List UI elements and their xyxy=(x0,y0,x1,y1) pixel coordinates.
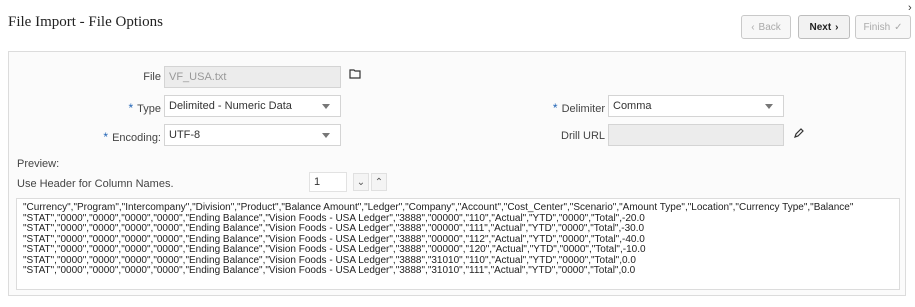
delimiter-label-wrap: * Delimiter xyxy=(529,101,605,115)
type-label-wrap: * Type xyxy=(89,101,161,115)
chevron-down-icon xyxy=(765,104,773,109)
page-header: File Import - File Options ‹ Back Next ›… xyxy=(0,0,915,46)
next-button[interactable]: Next › xyxy=(798,15,850,39)
finish-label: Finish xyxy=(863,21,891,33)
required-marker: * xyxy=(128,101,134,115)
folder-icon[interactable] xyxy=(349,68,361,82)
preview-line: "STAT","0000","0000","0000","0000","Endi… xyxy=(23,223,645,234)
type-value: Delimited - Numeric Data xyxy=(169,100,292,112)
chevron-down-icon xyxy=(322,104,330,109)
encoding-label: Encoding: xyxy=(112,132,161,144)
header-row-label: Use Header for Column Names. xyxy=(17,178,174,190)
file-label: File xyxy=(143,71,161,83)
encoding-label-wrap: * Encoding: xyxy=(89,130,161,144)
back-label: Back xyxy=(758,21,781,33)
required-marker: * xyxy=(552,101,558,115)
pencil-icon[interactable] xyxy=(793,127,805,142)
page-title: File Import - File Options xyxy=(8,14,163,30)
delimiter-label: Delimiter xyxy=(561,103,605,115)
type-select[interactable]: Delimited - Numeric Data xyxy=(164,95,341,117)
file-value: VF_USA.txt xyxy=(169,71,227,83)
preview-line: "Currency","Program","Intercompany","Div… xyxy=(23,202,854,213)
chevron-left-icon: ‹ xyxy=(751,21,755,33)
preview-line: "STAT","0000","0000","0000","0000","Endi… xyxy=(23,265,636,276)
encoding-value: UTF-8 xyxy=(169,129,201,141)
type-label: Type xyxy=(137,103,161,115)
check-icon: ✓ xyxy=(894,21,903,33)
header-row-input[interactable]: 1 xyxy=(309,172,347,192)
preview-label: Preview: xyxy=(17,158,60,170)
chevron-right-icon[interactable]: › xyxy=(908,2,912,14)
chevron-right-icon: › xyxy=(835,21,839,33)
next-label: Next xyxy=(809,21,832,33)
encoding-select[interactable]: UTF-8 xyxy=(164,124,341,146)
drill-url-label: Drill URL xyxy=(561,130,605,142)
increment-button[interactable]: ⌃ xyxy=(371,173,387,191)
delimiter-select[interactable]: Comma xyxy=(608,95,784,117)
delimiter-value: Comma xyxy=(613,100,652,112)
file-field: VF_USA.txt xyxy=(164,66,341,88)
required-marker: * xyxy=(103,130,109,144)
drill-url-field xyxy=(608,124,784,146)
chevron-down-icon: ⌄ xyxy=(356,176,366,188)
header-row-value: 1 xyxy=(314,176,321,188)
chevron-down-icon xyxy=(322,133,330,138)
back-button[interactable]: ‹ Back xyxy=(741,15,791,39)
file-options-panel: File VF_USA.txt * Type Delimited - Numeri… xyxy=(8,51,906,296)
decrement-button[interactable]: ⌄ xyxy=(353,173,369,191)
preview-text-area[interactable]: "Currency","Program","Intercompany","Div… xyxy=(16,198,900,290)
preview-line: "STAT","0000","0000","0000","0000","Endi… xyxy=(23,244,646,255)
finish-button[interactable]: Finish ✓ xyxy=(855,15,911,39)
chevron-up-icon: ⌃ xyxy=(374,176,384,188)
